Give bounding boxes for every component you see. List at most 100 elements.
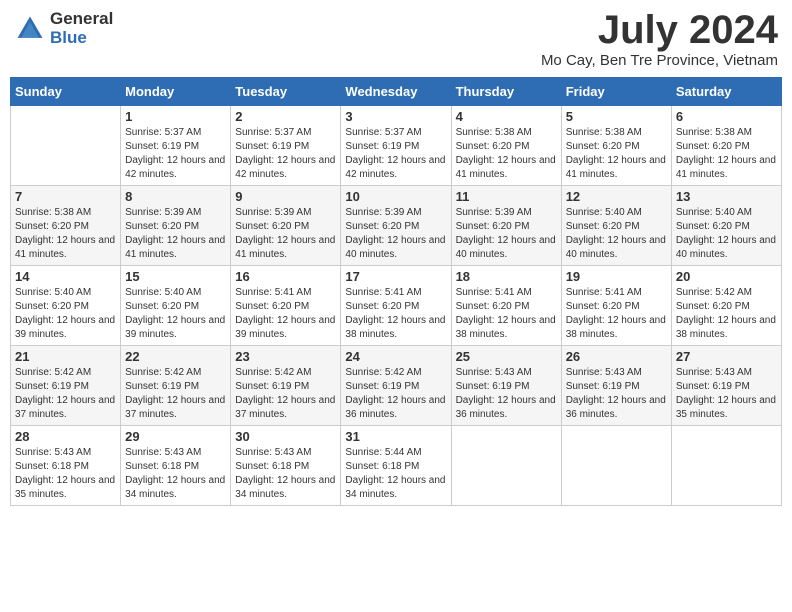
daylight: Daylight: 12 hours and 36 minutes. [345,395,445,420]
day-number: 6 [676,109,777,124]
daylight: Daylight: 12 hours and 38 minutes. [456,315,556,340]
day-info: Sunrise: 5:39 AM Sunset: 6:20 PM Dayligh… [456,206,557,262]
sunset: Sunset: 6:20 PM [235,221,309,232]
daylight: Daylight: 12 hours and 40 minutes. [676,235,776,260]
calendar-cell: 22 Sunrise: 5:42 AM Sunset: 6:19 PM Dayl… [121,346,231,426]
day-number: 22 [125,349,226,364]
sunrise: Sunrise: 5:42 AM [676,287,752,298]
calendar-cell: 30 Sunrise: 5:43 AM Sunset: 6:18 PM Dayl… [231,426,341,506]
sunset: Sunset: 6:20 PM [456,301,530,312]
sunrise: Sunrise: 5:41 AM [456,287,532,298]
day-info: Sunrise: 5:44 AM Sunset: 6:18 PM Dayligh… [345,446,446,502]
day-number: 5 [566,109,667,124]
calendar-cell [671,426,781,506]
calendar-cell: 24 Sunrise: 5:42 AM Sunset: 6:19 PM Dayl… [341,346,451,426]
calendar-cell: 23 Sunrise: 5:42 AM Sunset: 6:19 PM Dayl… [231,346,341,426]
sunset: Sunset: 6:19 PM [235,141,309,152]
daylight: Daylight: 12 hours and 41 minutes. [125,235,225,260]
calendar-cell: 9 Sunrise: 5:39 AM Sunset: 6:20 PM Dayli… [231,186,341,266]
sunrise: Sunrise: 5:41 AM [566,287,642,298]
day-info: Sunrise: 5:41 AM Sunset: 6:20 PM Dayligh… [235,286,336,342]
day-number: 19 [566,269,667,284]
day-number: 26 [566,349,667,364]
calendar-week-2: 7 Sunrise: 5:38 AM Sunset: 6:20 PM Dayli… [11,186,782,266]
calendar-cell: 15 Sunrise: 5:40 AM Sunset: 6:20 PM Dayl… [121,266,231,346]
daylight: Daylight: 12 hours and 39 minutes. [125,315,225,340]
day-number: 17 [345,269,446,284]
sunrise: Sunrise: 5:42 AM [235,367,311,378]
daylight: Daylight: 12 hours and 38 minutes. [676,315,776,340]
day-info: Sunrise: 5:42 AM Sunset: 6:20 PM Dayligh… [676,286,777,342]
calendar-cell: 7 Sunrise: 5:38 AM Sunset: 6:20 PM Dayli… [11,186,121,266]
day-number: 25 [456,349,557,364]
calendar-table: SundayMondayTuesdayWednesdayThursdayFrid… [10,77,782,506]
day-number: 30 [235,429,336,444]
day-info: Sunrise: 5:43 AM Sunset: 6:18 PM Dayligh… [125,446,226,502]
day-number: 15 [125,269,226,284]
sunrise: Sunrise: 5:40 AM [566,207,642,218]
sunrise: Sunrise: 5:39 AM [235,207,311,218]
sunrise: Sunrise: 5:38 AM [676,127,752,138]
header-saturday: Saturday [671,78,781,106]
sunrise: Sunrise: 5:37 AM [125,127,201,138]
calendar-cell: 14 Sunrise: 5:40 AM Sunset: 6:20 PM Dayl… [11,266,121,346]
daylight: Daylight: 12 hours and 40 minutes. [345,235,445,260]
daylight: Daylight: 12 hours and 39 minutes. [15,315,115,340]
daylight: Daylight: 12 hours and 37 minutes. [235,395,335,420]
sunrise: Sunrise: 5:43 AM [456,367,532,378]
sunset: Sunset: 6:20 PM [125,221,199,232]
day-number: 28 [15,429,116,444]
daylight: Daylight: 12 hours and 36 minutes. [456,395,556,420]
sunset: Sunset: 6:18 PM [15,461,89,472]
sunset: Sunset: 6:19 PM [125,141,199,152]
sunrise: Sunrise: 5:44 AM [345,447,421,458]
logo: General Blue [14,10,113,47]
day-info: Sunrise: 5:37 AM Sunset: 6:19 PM Dayligh… [235,126,336,182]
calendar-cell: 12 Sunrise: 5:40 AM Sunset: 6:20 PM Dayl… [561,186,671,266]
sunset: Sunset: 6:20 PM [566,301,640,312]
location: Mo Cay, Ben Tre Province, Vietnam [541,52,778,69]
day-number: 4 [456,109,557,124]
calendar-cell: 2 Sunrise: 5:37 AM Sunset: 6:19 PM Dayli… [231,106,341,186]
day-number: 16 [235,269,336,284]
sunset: Sunset: 6:20 PM [456,141,530,152]
daylight: Daylight: 12 hours and 34 minutes. [125,475,225,500]
header-thursday: Thursday [451,78,561,106]
day-number: 12 [566,189,667,204]
day-info: Sunrise: 5:42 AM Sunset: 6:19 PM Dayligh… [235,366,336,422]
day-number: 13 [676,189,777,204]
day-info: Sunrise: 5:38 AM Sunset: 6:20 PM Dayligh… [15,206,116,262]
calendar-cell: 4 Sunrise: 5:38 AM Sunset: 6:20 PM Dayli… [451,106,561,186]
day-info: Sunrise: 5:38 AM Sunset: 6:20 PM Dayligh… [456,126,557,182]
day-info: Sunrise: 5:38 AM Sunset: 6:20 PM Dayligh… [676,126,777,182]
calendar-cell: 1 Sunrise: 5:37 AM Sunset: 6:19 PM Dayli… [121,106,231,186]
day-info: Sunrise: 5:39 AM Sunset: 6:20 PM Dayligh… [235,206,336,262]
day-info: Sunrise: 5:40 AM Sunset: 6:20 PM Dayligh… [566,206,667,262]
sunrise: Sunrise: 5:42 AM [345,367,421,378]
day-info: Sunrise: 5:42 AM Sunset: 6:19 PM Dayligh… [125,366,226,422]
day-number: 20 [676,269,777,284]
sunrise: Sunrise: 5:37 AM [235,127,311,138]
calendar-cell: 10 Sunrise: 5:39 AM Sunset: 6:20 PM Dayl… [341,186,451,266]
sunset: Sunset: 6:19 PM [125,381,199,392]
day-info: Sunrise: 5:40 AM Sunset: 6:20 PM Dayligh… [125,286,226,342]
day-info: Sunrise: 5:43 AM Sunset: 6:18 PM Dayligh… [235,446,336,502]
calendar-week-3: 14 Sunrise: 5:40 AM Sunset: 6:20 PM Dayl… [11,266,782,346]
header-friday: Friday [561,78,671,106]
sunrise: Sunrise: 5:42 AM [15,367,91,378]
sunrise: Sunrise: 5:38 AM [15,207,91,218]
daylight: Daylight: 12 hours and 36 minutes. [566,395,666,420]
day-number: 24 [345,349,446,364]
sunrise: Sunrise: 5:39 AM [345,207,421,218]
calendar-cell: 25 Sunrise: 5:43 AM Sunset: 6:19 PM Dayl… [451,346,561,426]
calendar-cell [11,106,121,186]
daylight: Daylight: 12 hours and 42 minutes. [125,155,225,180]
day-number: 29 [125,429,226,444]
day-number: 8 [125,189,226,204]
sunset: Sunset: 6:20 PM [125,301,199,312]
calendar-cell: 8 Sunrise: 5:39 AM Sunset: 6:20 PM Dayli… [121,186,231,266]
header-monday: Monday [121,78,231,106]
sunset: Sunset: 6:20 PM [676,141,750,152]
sunset: Sunset: 6:18 PM [125,461,199,472]
day-info: Sunrise: 5:41 AM Sunset: 6:20 PM Dayligh… [456,286,557,342]
